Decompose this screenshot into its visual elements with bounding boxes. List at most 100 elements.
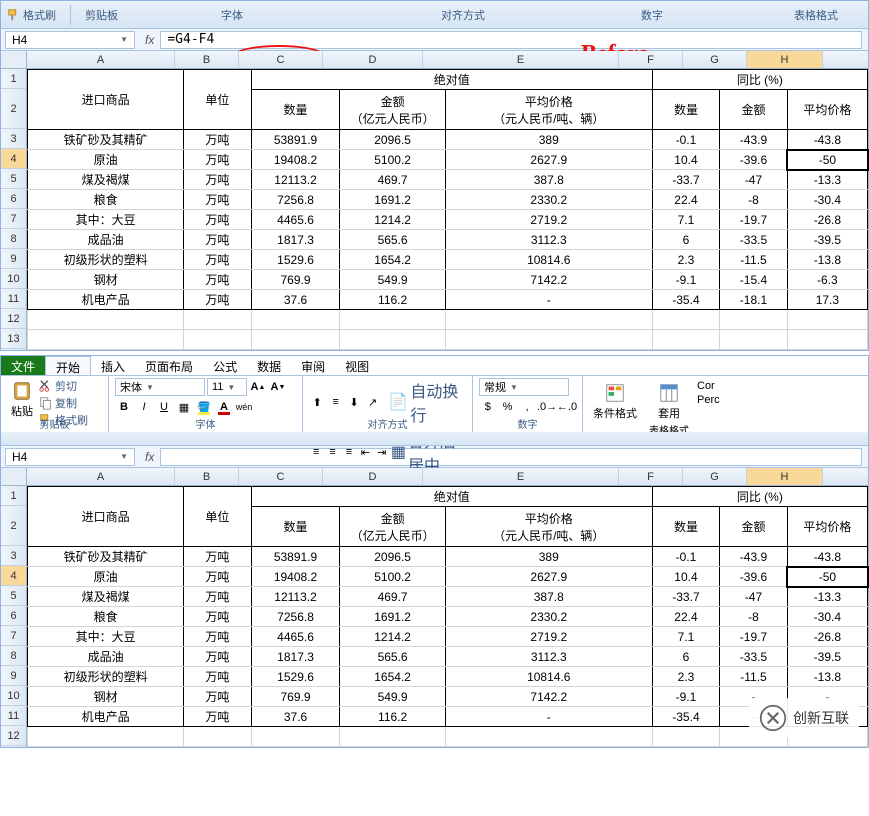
col-header-D[interactable]: D: [323, 468, 423, 485]
row-header-6[interactable]: 6: [1, 606, 26, 626]
col-header-F[interactable]: F: [619, 51, 683, 68]
name-box-after[interactable]: H4 ▼: [5, 448, 135, 466]
col-header-C[interactable]: C: [239, 468, 323, 485]
cell[interactable]: 数量: [251, 90, 340, 130]
col-header-E[interactable]: E: [423, 468, 619, 485]
font-size-select[interactable]: 11▼: [207, 378, 247, 396]
row-header-5[interactable]: 5: [1, 169, 26, 189]
row-header-11[interactable]: 11: [1, 706, 26, 726]
row-header-4[interactable]: 4: [1, 149, 26, 169]
orientation-icon[interactable]: ↗: [364, 393, 380, 411]
select-all-corner[interactable]: [1, 51, 27, 68]
row-header-3[interactable]: 3: [1, 129, 26, 149]
row-header-10[interactable]: 10: [1, 686, 26, 706]
row-header-9[interactable]: 9: [1, 249, 26, 269]
italic-button[interactable]: I: [135, 398, 153, 416]
col-header-H[interactable]: H: [747, 51, 823, 68]
column-headers: A B C D E F G H: [1, 51, 868, 69]
font-group-label: 字体: [221, 7, 243, 23]
row-header-6[interactable]: 6: [1, 189, 26, 209]
name-box[interactable]: H4 ▼: [5, 31, 135, 49]
row-header-8[interactable]: 8: [1, 646, 26, 666]
decrease-font-icon[interactable]: A▼: [269, 378, 287, 396]
fx-button-after[interactable]: fx: [139, 450, 160, 464]
currency-icon[interactable]: $: [479, 398, 497, 416]
col-header-G[interactable]: G: [683, 468, 747, 485]
cell[interactable]: 平均价格: [787, 90, 867, 130]
tab-view[interactable]: 视图: [335, 356, 379, 375]
conditional-format-button[interactable]: 条件格式: [589, 380, 641, 439]
row-header-9[interactable]: 9: [1, 666, 26, 686]
font-name-select[interactable]: 宋体▼: [115, 378, 205, 396]
tab-data[interactable]: 数据: [247, 356, 291, 375]
percent-icon[interactable]: %: [499, 398, 517, 416]
tab-formula[interactable]: 公式: [203, 356, 247, 375]
align-middle-icon[interactable]: ≡: [327, 393, 343, 411]
col-header-G[interactable]: G: [683, 51, 747, 68]
col-header-D[interactable]: D: [323, 51, 423, 68]
bold-button[interactable]: B: [115, 398, 133, 416]
chevron-down-icon: ▼: [120, 452, 128, 461]
cells-after[interactable]: 进口商品 单位 绝对值 同比 (%) 数量 金额 （亿元人民币） 平均价格 （元…: [27, 486, 868, 747]
row-header-3[interactable]: 3: [1, 546, 26, 566]
row-header-11[interactable]: 11: [1, 289, 26, 309]
cell[interactable]: 数量: [652, 90, 720, 130]
align-bottom-icon[interactable]: ⬇: [346, 393, 362, 411]
tab-insert[interactable]: 插入: [91, 356, 135, 375]
row-header-13[interactable]: 13: [1, 329, 26, 349]
row-header-2[interactable]: 2: [1, 506, 26, 546]
col-header-E[interactable]: E: [423, 51, 619, 68]
tab-file[interactable]: 文件: [1, 356, 45, 375]
align-top-icon[interactable]: ⬆: [309, 393, 325, 411]
col-header-H[interactable]: H: [747, 468, 823, 485]
cell[interactable]: 金额 （亿元人民币）: [340, 90, 446, 130]
row-header-1[interactable]: 1: [1, 69, 26, 89]
cut-button[interactable]: 剪切: [39, 378, 88, 394]
row-header-7[interactable]: 7: [1, 209, 26, 229]
row-header-4[interactable]: 4: [1, 566, 26, 586]
font-color-button[interactable]: A: [215, 398, 233, 416]
row-header-5[interactable]: 5: [1, 586, 26, 606]
inc-decimal-icon[interactable]: .0→: [538, 398, 556, 416]
fx-button[interactable]: fx: [139, 33, 160, 47]
col-header-B[interactable]: B: [175, 51, 239, 68]
row-header-1[interactable]: 1: [1, 486, 26, 506]
col-header-B[interactable]: B: [175, 468, 239, 485]
phonetic-button[interactable]: wén: [235, 398, 253, 416]
format-table-button[interactable]: 套用 表格格式: [645, 380, 693, 439]
cell[interactable]: 进口商品: [28, 70, 184, 130]
tab-review[interactable]: 审阅: [291, 356, 335, 375]
cell[interactable]: 绝对值: [251, 70, 652, 90]
formula-input-before[interactable]: =G4-F4: [160, 31, 862, 49]
ribbon-body: 粘贴 剪切 复制 格式刷 剪贴板 宋体▼ 11▼ A▲ A▼ B I U: [1, 376, 868, 432]
row-header-12[interactable]: 12: [1, 726, 26, 746]
row-header-8[interactable]: 8: [1, 229, 26, 249]
border-button[interactable]: ▦: [175, 398, 193, 416]
col-header-F[interactable]: F: [619, 468, 683, 485]
format-painter-button[interactable]: 格式刷: [7, 7, 56, 23]
underline-button[interactable]: U: [155, 398, 173, 416]
watermark-icon: [759, 704, 787, 732]
tab-home[interactable]: 开始: [45, 356, 91, 375]
fill-color-button[interactable]: 🪣: [195, 398, 213, 416]
row-header-12[interactable]: 12: [1, 309, 26, 329]
comma-icon[interactable]: ,: [518, 398, 536, 416]
col-header-A[interactable]: A: [27, 51, 175, 68]
cell[interactable]: 单位: [184, 70, 252, 130]
col-header-C[interactable]: C: [239, 51, 323, 68]
row-header-7[interactable]: 7: [1, 626, 26, 646]
col-header-A[interactable]: A: [27, 468, 175, 485]
row-header-2[interactable]: 2: [1, 89, 26, 129]
number-format-select[interactable]: 常规▼: [479, 378, 569, 396]
cell[interactable]: 同比 (%): [652, 70, 867, 90]
dec-decimal-icon[interactable]: ←.0: [558, 398, 576, 416]
increase-font-icon[interactable]: A▲: [249, 378, 267, 396]
select-all-corner-after[interactable]: [1, 468, 27, 485]
copy-button[interactable]: 复制: [39, 395, 88, 411]
cell[interactable]: 平均价格 （元人民币/吨、辆）: [445, 90, 652, 130]
cells-before[interactable]: 进口商品 单位 绝对值 同比 (%) 数量 金额 （亿元人民币） 平均价格 （元…: [27, 69, 868, 350]
tab-layout[interactable]: 页面布局: [135, 356, 203, 375]
row-headers-after: 1 2 3 4 5 6 7 8 9 10 11 12: [1, 486, 27, 747]
row-header-10[interactable]: 10: [1, 269, 26, 289]
formula-input-after[interactable]: [160, 448, 862, 466]
